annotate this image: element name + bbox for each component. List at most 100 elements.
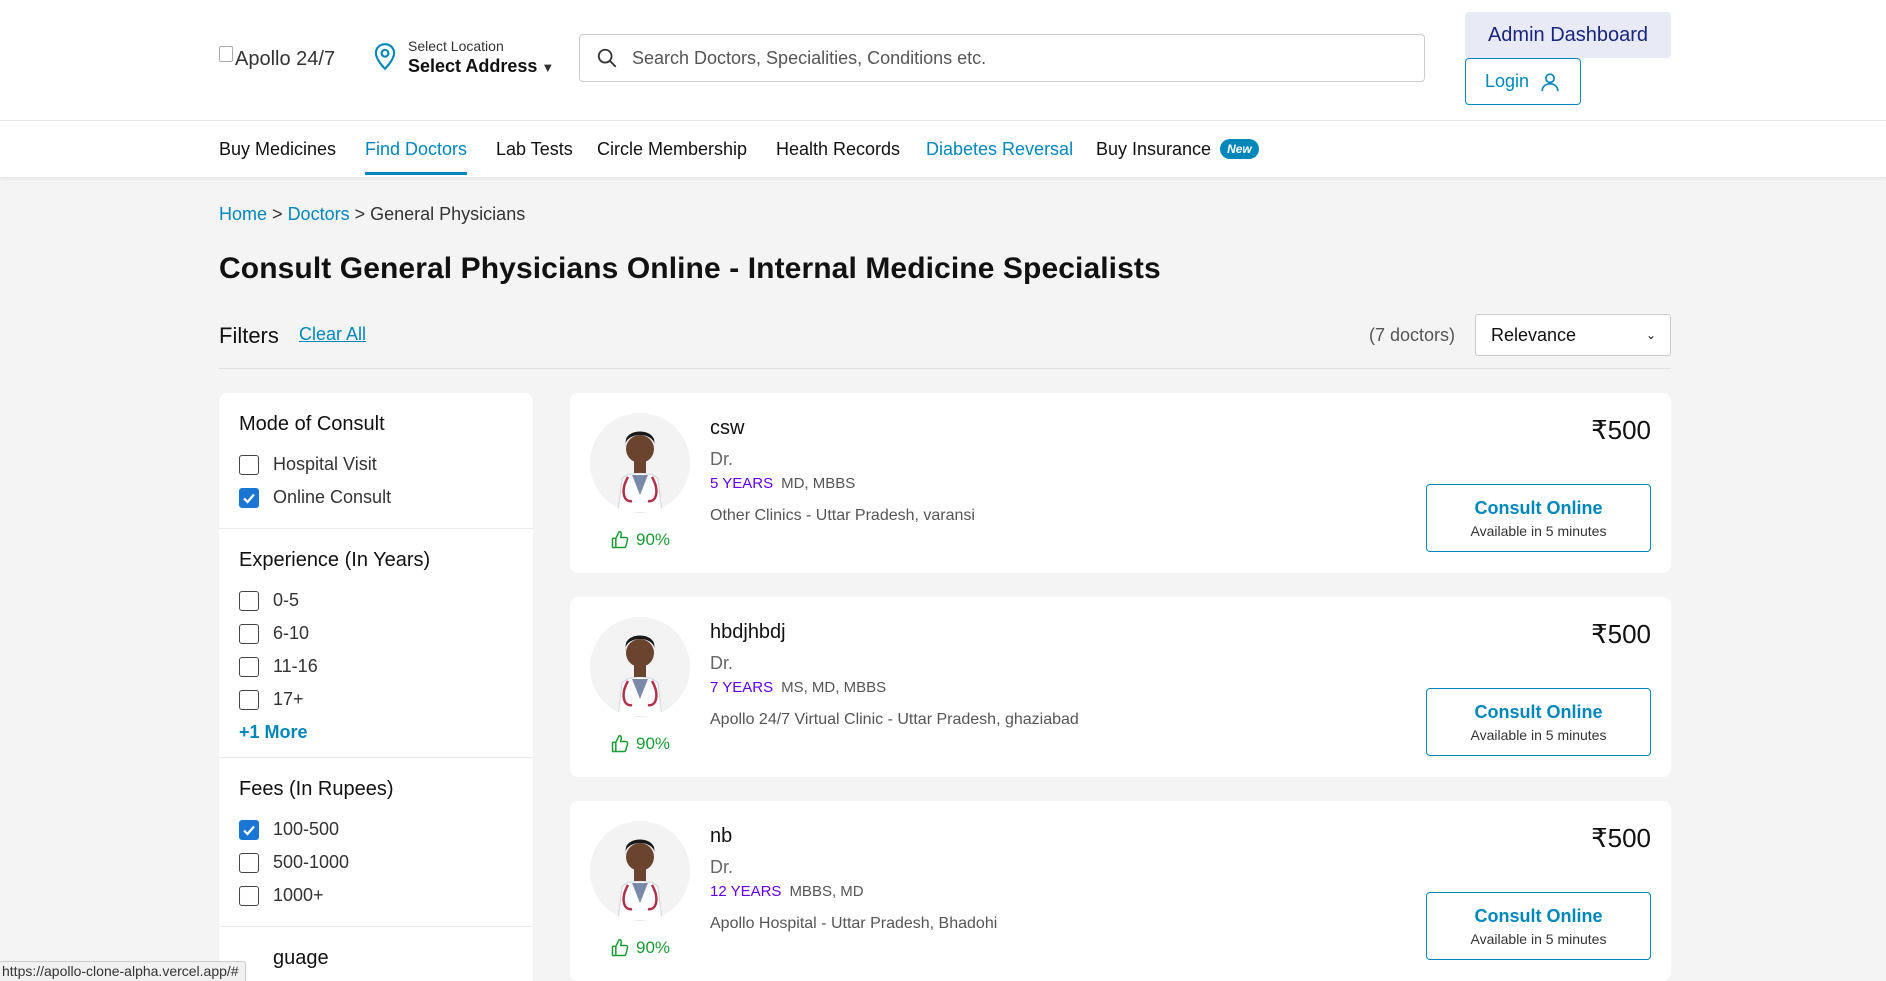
doctor-card[interactable]: 90% csw Dr. 5 YEARS MD, MBBS Other Clinic…: [570, 393, 1671, 573]
doctor-name[interactable]: hbdjhbdj: [710, 621, 786, 644]
doctor-avatar: [590, 821, 690, 921]
page-title: Consult General Physicians Online - Inte…: [219, 252, 1161, 285]
doctor-experience: 7 YEARS MS, MD, MBBS: [710, 679, 887, 696]
filter-sidebar: Mode of Consult Hospital Visit Online Co…: [219, 393, 533, 981]
filter-option-exp-6-10[interactable]: 6-10: [239, 617, 513, 650]
nav-circle-membership[interactable]: Circle Membership: [597, 139, 747, 160]
filter-fees: Fees (In Rupees) 100-500 500-1000 1000+: [219, 758, 533, 927]
doctor-card[interactable]: 90% nb Dr. 12 YEARS MBBS, MD Apollo Hospi…: [570, 801, 1671, 981]
filter-option-exp-0-5[interactable]: 0-5: [239, 584, 513, 617]
filter-language: guage: [219, 927, 533, 981]
nav-lab-tests[interactable]: Lab Tests: [496, 139, 573, 160]
consult-fee: ₹500: [1591, 823, 1651, 853]
consult-online-button[interactable]: Consult Online Available in 5 minutes: [1426, 484, 1651, 552]
filter-section-title: Mode of Consult: [239, 413, 385, 435]
login-button[interactable]: Login: [1465, 58, 1581, 105]
nav-diabetes-reversal[interactable]: Diabetes Reversal: [926, 139, 1073, 160]
doctor-clinic: Apollo Hospital - Uttar Pradesh, Bhadohi: [710, 915, 998, 932]
checkbox[interactable]: [239, 590, 259, 611]
doctor-clinic: Apollo 24/7 Virtual Clinic - Uttar Prade…: [710, 711, 1079, 728]
search-bar[interactable]: [579, 34, 1425, 82]
doctor-rating: 90%: [610, 734, 670, 754]
thumbs-up-icon: [611, 734, 629, 753]
filters-toolbar: Filters Clear All (7 doctors) Relevance …: [219, 313, 1671, 369]
sort-dropdown[interactable]: Relevance ⌄: [1475, 314, 1671, 356]
checkbox[interactable]: [239, 623, 259, 644]
filter-experience: Experience (In Years) 0-5 6-10 11-16 17+…: [219, 529, 533, 758]
doctor-photo-icon: [590, 617, 690, 717]
checkbox[interactable]: [239, 689, 259, 710]
checkbox[interactable]: [239, 656, 259, 677]
checkbox[interactable]: [239, 454, 259, 475]
checkbox[interactable]: [239, 885, 259, 906]
login-label: Login: [1484, 71, 1530, 91]
chevron-down-icon: ⌄: [1645, 328, 1656, 342]
doctor-rating: 90%: [610, 938, 670, 958]
broken-image-icon: [219, 45, 233, 62]
doctor-title: Dr.: [710, 449, 734, 469]
logo-alt-text: Apollo 24/7: [235, 48, 336, 70]
breadcrumb-current: General Physicians: [370, 204, 526, 224]
sort-value: Relevance: [1491, 324, 1577, 345]
status-bar-url: https://apollo-clone-alpha.vercel.app/#: [0, 961, 246, 981]
doctor-card[interactable]: 90% hbdjhbdj Dr. 7 YEARS MS, MD, MBBS Apo…: [570, 597, 1671, 777]
doctor-name[interactable]: nb: [710, 825, 732, 848]
filter-section-title: Experience (In Years): [239, 549, 431, 571]
filter-option-fee-500-1000[interactable]: 500-1000: [239, 846, 513, 879]
check-icon: [243, 825, 255, 836]
consult-fee: ₹500: [1591, 415, 1651, 445]
filter-option-fee-1000-plus[interactable]: 1000+: [239, 879, 513, 912]
breadcrumb: Home > Doctors > General Physicians: [219, 204, 525, 225]
location-selector[interactable]: Select Location Select Address ▼: [372, 38, 554, 77]
breadcrumb-doctors[interactable]: Doctors: [288, 204, 350, 224]
consult-fee: ₹500: [1591, 619, 1651, 649]
nav-find-doctors[interactable]: Find Doctors: [365, 139, 468, 175]
main-nav: Buy Medicines Find Doctors Lab Tests Cir…: [0, 121, 1886, 177]
doctor-avatar: [590, 413, 690, 513]
filter-mode-of-consult: Mode of Consult Hospital Visit Online Co…: [219, 393, 533, 529]
doctor-name[interactable]: csw: [710, 417, 744, 440]
filters-label: Filters: [219, 323, 279, 348]
filter-section-title: Fees (In Rupees): [239, 778, 394, 800]
location-label: Select Location: [408, 38, 504, 54]
user-icon: [1541, 72, 1559, 91]
filter-option-online-consult[interactable]: Online Consult: [239, 481, 513, 514]
thumbs-up-icon: [611, 938, 629, 957]
breadcrumb-separator: >: [272, 204, 283, 224]
location-value[interactable]: Select Address ▼: [408, 56, 554, 77]
new-badge: New: [1220, 139, 1259, 159]
filter-option-exp-17-plus[interactable]: 17+: [239, 683, 513, 716]
filter-section-title: guage: [273, 947, 329, 969]
doctor-title: Dr.: [710, 653, 734, 673]
thumbs-up-icon: [611, 530, 629, 549]
show-more-link[interactable]: +1 More: [239, 722, 513, 743]
filter-option-exp-11-16[interactable]: 11-16: [239, 650, 513, 683]
nav-buy-medicines[interactable]: Buy Medicines: [219, 139, 336, 160]
checkbox-checked[interactable]: [239, 487, 259, 508]
breadcrumb-home[interactable]: Home: [219, 204, 267, 224]
doctor-count: (7 doctors): [1368, 325, 1455, 345]
doctor-photo-icon: [590, 821, 690, 921]
checkbox-checked[interactable]: [239, 819, 259, 840]
check-icon: [243, 493, 255, 504]
consult-online-button[interactable]: Consult Online Available in 5 minutes: [1426, 892, 1651, 960]
doctor-title: Dr.: [710, 857, 734, 877]
search-icon: [597, 48, 617, 68]
filter-option-hospital-visit[interactable]: Hospital Visit: [239, 448, 513, 481]
filter-option-fee-100-500[interactable]: 100-500: [239, 813, 513, 846]
consult-online-button[interactable]: Consult Online Available in 5 minutes: [1426, 688, 1651, 756]
doctor-experience: 5 YEARS MD, MBBS: [710, 475, 856, 492]
location-pin-icon: [374, 43, 396, 71]
nav-health-records[interactable]: Health Records: [776, 139, 900, 160]
admin-dashboard-button[interactable]: Admin Dashboard: [1465, 12, 1671, 58]
logo[interactable]: Apollo 24/7: [219, 45, 336, 71]
clear-all-link[interactable]: Clear All: [299, 324, 366, 345]
doctor-experience: 12 YEARS MBBS, MD: [710, 883, 864, 900]
doctor-rating: 90%: [610, 530, 670, 550]
checkbox[interactable]: [239, 852, 259, 873]
doctor-photo-icon: [590, 413, 690, 513]
nav-buy-insurance[interactable]: Buy Insurance New: [1096, 139, 1259, 160]
search-input[interactable]: [632, 47, 1392, 69]
caret-down-icon: ▼: [541, 60, 555, 75]
doctor-avatar: [590, 617, 690, 717]
